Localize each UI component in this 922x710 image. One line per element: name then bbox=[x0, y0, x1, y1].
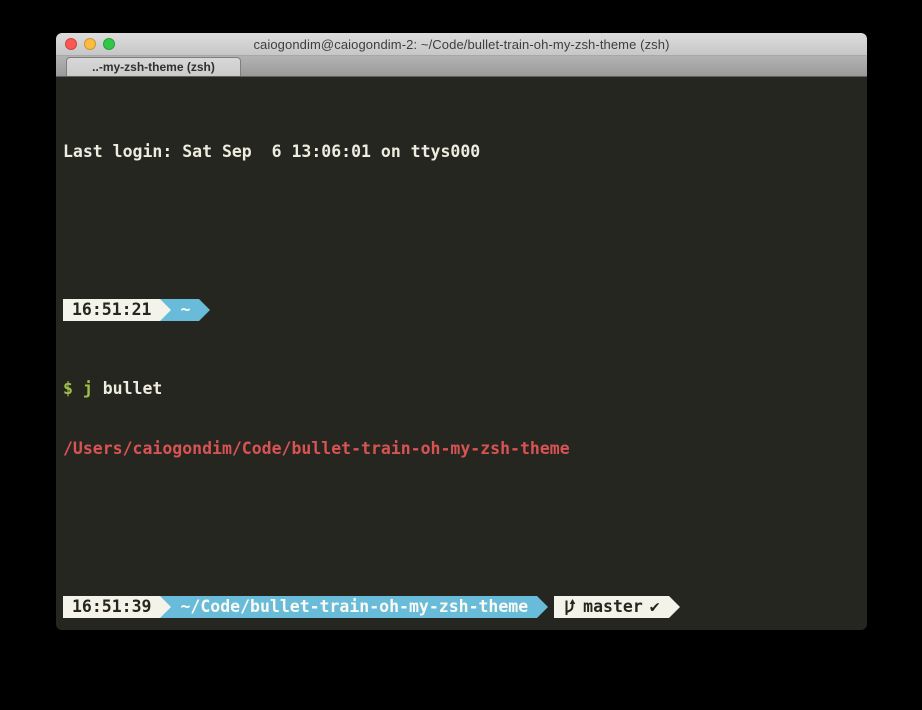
powerline-arrow-icon bbox=[669, 596, 680, 618]
command-arg: bullet bbox=[93, 379, 163, 398]
tab-bar: ..-my-zsh-theme (zsh) bbox=[56, 56, 867, 77]
git-clean-check-icon: ✔ bbox=[650, 596, 660, 618]
terminal-content[interactable]: Last login: Sat Sep 6 13:06:01 on ttys00… bbox=[56, 77, 867, 630]
prompt-time-segment: 16:51:21 bbox=[63, 299, 160, 321]
traffic-lights bbox=[65, 33, 115, 55]
command-line-1: $ j bullet bbox=[63, 378, 867, 400]
tab-label: ..-my-zsh-theme (zsh) bbox=[92, 60, 215, 74]
tab-active[interactable]: ..-my-zsh-theme (zsh) bbox=[66, 57, 241, 76]
title-bar[interactable]: caiogondim@caiogondim-2: ~/Code/bullet-t… bbox=[56, 33, 867, 56]
blank-line bbox=[63, 498, 867, 520]
last-login-line: Last login: Sat Sep 6 13:06:01 on ttys00… bbox=[63, 141, 867, 163]
prompt-git-segment: master ✔ bbox=[554, 596, 669, 618]
prompt-time-segment: 16:51:39 bbox=[63, 596, 160, 618]
prompt-path-segment: ~ bbox=[171, 299, 199, 321]
git-branch-icon bbox=[563, 599, 576, 616]
powerline-arrow-icon bbox=[537, 596, 548, 618]
command-output-1: /Users/caiogondim/Code/bullet-train-oh-m… bbox=[63, 438, 867, 460]
blank-line bbox=[63, 201, 867, 223]
zoom-button[interactable] bbox=[103, 38, 115, 50]
minimize-button[interactable] bbox=[84, 38, 96, 50]
prompt-line-2: 16:51:39 ~/Code/bullet-train-oh-my-zsh-t… bbox=[63, 596, 867, 618]
close-button[interactable] bbox=[65, 38, 77, 50]
command-text: j bbox=[83, 379, 93, 398]
powerline-arrow-icon bbox=[199, 299, 210, 321]
powerline-arrow-icon bbox=[160, 596, 171, 618]
window-title: caiogondim@caiogondim-2: ~/Code/bullet-t… bbox=[253, 37, 669, 52]
powerline-arrow-icon bbox=[160, 299, 171, 321]
terminal-window: caiogondim@caiogondim-2: ~/Code/bullet-t… bbox=[56, 33, 867, 630]
prompt-line-1: 16:51:21 ~ bbox=[63, 299, 867, 321]
prompt-path-segment: ~/Code/bullet-train-oh-my-zsh-theme bbox=[171, 596, 537, 618]
git-branch-name: master bbox=[583, 596, 643, 618]
